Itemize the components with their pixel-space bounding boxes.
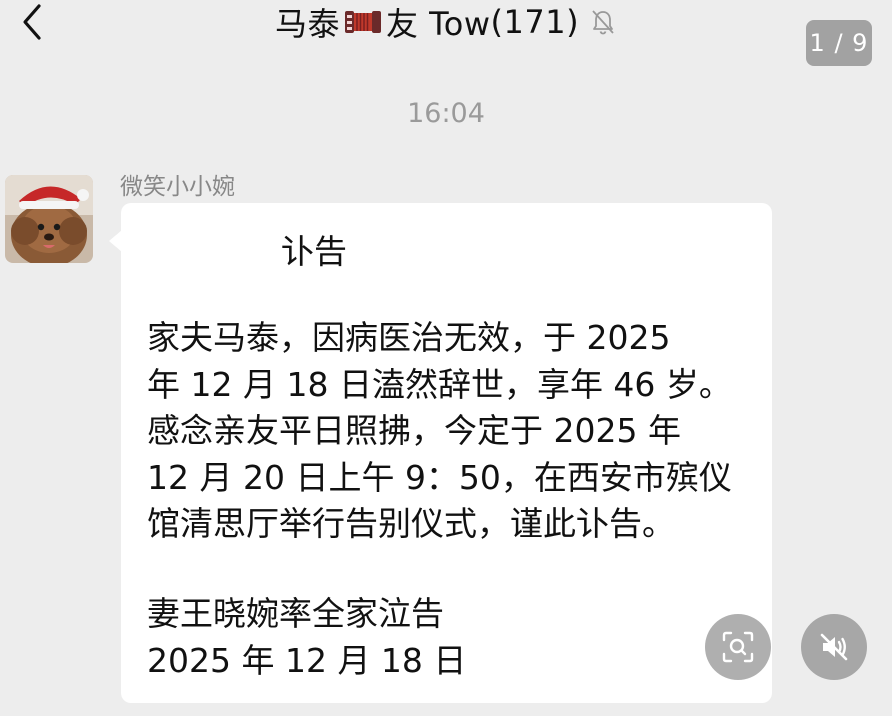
dog-with-santa-hat-avatar-icon — [5, 175, 93, 263]
message-timestamp: 16:04 — [407, 98, 485, 129]
chat-title-suffix: 友 Tow — [385, 5, 491, 43]
audio-toggle-button[interactable] — [801, 614, 867, 680]
signature-line: 妻王晓婉率全家泣告 — [147, 594, 444, 633]
message-body-line: 感念亲友平日照拂，今定于 2025 年 — [147, 411, 681, 450]
message-heading: 讣告 — [281, 232, 347, 271]
image-page-indicator: 1 / 9 — [806, 20, 872, 66]
message-bubble[interactable]: 讣告 家夫马泰，因病医治无效，于 2025 年 12 月 18 日溘然辞世，享年… — [121, 203, 772, 703]
message-body-line: 家夫马泰，因病医治无效，于 2025 — [147, 318, 671, 357]
sender-avatar[interactable] — [5, 175, 93, 263]
member-count: (171) — [490, 3, 580, 41]
sender-name: 微笑小小婉 — [120, 174, 235, 200]
message-body-line: 馆清思厅举行告别仪式，谨此讣告。 — [147, 504, 675, 543]
chat-title-prefix: 马泰 — [274, 5, 340, 43]
chat-title: 马泰 友 Tow (171) — [0, 0, 892, 44]
image-search-icon — [722, 631, 754, 663]
speaker-muted-icon — [820, 633, 848, 661]
bell-muted-icon — [592, 10, 614, 35]
message-signature: 妻王晓婉率全家泣告 2025 年 12 月 18 日 — [147, 591, 466, 684]
chat-screen: 马泰 友 Tow (171) 1 / 9 16:04 微笑小小婉 讣告 家夫马泰… — [0, 0, 892, 716]
accordion-emoji-icon — [344, 11, 381, 33]
image-search-button[interactable] — [705, 614, 771, 680]
message-body-line: 12 月 20 日上午 9：50，在西安市殡仪 — [147, 457, 732, 497]
signature-line: 2025 年 12 月 18 日 — [147, 640, 467, 680]
message-body: 家夫马泰，因病医治无效，于 2025 年 12 月 18 日溘然辞世，享年 46… — [147, 315, 757, 548]
message-body-line: 年 12 月 18 日溘然辞世，享年 46 岁。 — [147, 364, 732, 404]
